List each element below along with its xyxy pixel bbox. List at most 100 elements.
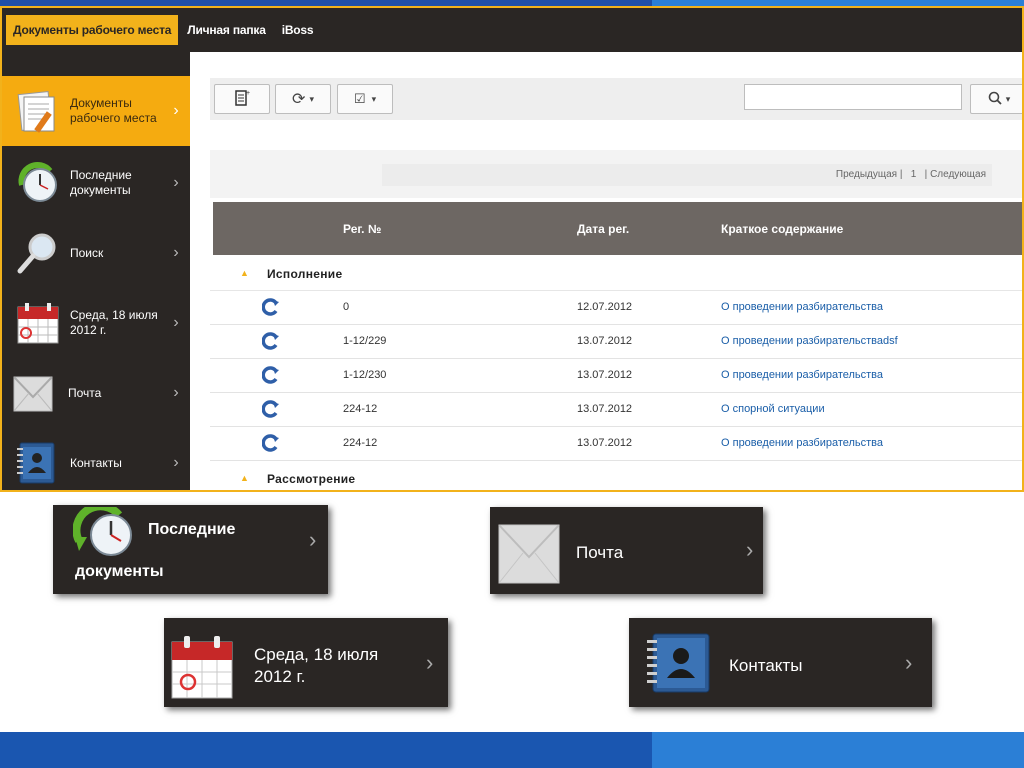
envelope-icon <box>12 369 60 417</box>
chevron-right-icon: › <box>309 527 317 552</box>
sidebar-item-recent-documents[interactable]: Последние документы › <box>2 148 190 218</box>
calendar-icon <box>14 299 62 347</box>
tab-personal-folder[interactable]: Личная папка <box>180 15 272 45</box>
cell-summary-link[interactable]: О проведении разбирательства <box>721 301 883 313</box>
sidebar-item-calendar[interactable]: Среда, 18 июля 2012 г. › <box>2 288 190 358</box>
chevron-down-icon: ▾ <box>371 93 377 104</box>
callout-label-line1: Среда, 18 июля <box>254 645 379 664</box>
chevron-right-icon: › <box>905 650 913 675</box>
toolbar: + ⟳ ▾ ☑ ▾ ▾ <box>210 78 1022 120</box>
group-label: Исполнение <box>267 267 343 281</box>
chevron-down-icon: ▾ <box>309 93 314 104</box>
cell-summary-link[interactable]: О спорной ситуации <box>721 403 825 415</box>
column-header-reg-number[interactable]: Рег. № <box>343 222 381 236</box>
clock-icon <box>14 159 62 207</box>
search-button[interactable]: ▾ <box>970 84 1022 114</box>
pager: Предыдущая | 1 | Следующая <box>210 150 1022 198</box>
in-progress-icon <box>261 332 280 350</box>
cell-summary-link[interactable]: О проведении разбирательства <box>721 369 883 381</box>
bottom-decor-band <box>0 732 1024 768</box>
group-label: Рассмотрение <box>267 472 356 486</box>
cell-reg-number: 0 <box>343 301 350 313</box>
table-header: Рег. № Дата рег. Краткое содержание <box>213 202 1022 255</box>
sidebar-item-mail[interactable]: Почта › <box>2 358 190 428</box>
chevron-down-icon: ▾ <box>1005 93 1011 104</box>
chevron-right-icon: › <box>426 650 434 675</box>
cell-summary-link[interactable]: О проведении разбирательства <box>721 437 883 449</box>
sidebar-item-label: Поиск <box>70 245 104 260</box>
sidebar-item-contacts[interactable]: Контакты › <box>2 428 190 490</box>
tab-iboss[interactable]: iBoss <box>275 15 321 45</box>
collapse-triangle-icon[interactable]: ▲ <box>240 268 249 278</box>
column-header-reg-date[interactable]: Дата рег. <box>577 222 629 236</box>
main-content: + ⟳ ▾ ☑ ▾ ▾ Предыдущая | 1 | Следующая Р… <box>210 52 1022 490</box>
callout-contacts[interactable]: Контакты › <box>629 618 932 707</box>
chevron-right-icon: › <box>173 314 179 331</box>
sidebar-item-label: Контакты <box>70 455 122 470</box>
cell-reg-date: 13.07.2012 <box>577 437 633 449</box>
in-progress-icon <box>261 434 280 452</box>
address-book-icon <box>14 439 62 487</box>
sidebar-item-label: Последние документы <box>70 168 132 197</box>
collapse-triangle-icon[interactable]: ▲ <box>240 473 249 483</box>
pager-page-number[interactable]: 1 <box>911 169 917 180</box>
refresh-button[interactable]: ⟳ ▾ <box>275 84 331 114</box>
search-icon <box>988 91 1002 108</box>
callout-mail[interactable]: Почта › <box>490 507 763 594</box>
address-book-icon <box>643 632 713 699</box>
callout-calendar[interactable]: Среда, 18 июля 2012 г. › <box>164 618 448 707</box>
callout-recent-documents[interactable]: Последние документы › <box>53 502 328 594</box>
chevron-right-icon: › <box>173 102 179 119</box>
chevron-right-icon: › <box>746 537 754 562</box>
pager-next-link[interactable]: Следующая <box>930 169 986 180</box>
cell-reg-number: 1-12/230 <box>343 369 387 381</box>
documents-icon <box>14 87 62 135</box>
in-progress-icon <box>261 400 280 418</box>
callout-label-line2: документы <box>75 563 164 580</box>
bottom-decor-band-light <box>652 732 1024 768</box>
callout-label-line2: 2012 г. <box>254 667 306 686</box>
pager-separator: | <box>919 169 931 180</box>
in-progress-icon <box>261 298 280 316</box>
search-input[interactable] <box>744 84 962 110</box>
table-row[interactable]: 0 12.07.2012 О проведении разбирательств… <box>210 291 1022 325</box>
envelope-icon <box>498 523 560 590</box>
sidebar-item-label: Документы рабочего места <box>70 96 157 125</box>
new-document-button[interactable]: + <box>214 84 270 114</box>
table-row[interactable]: 224-12 13.07.2012 О спорной ситуации <box>210 393 1022 427</box>
chevron-right-icon: › <box>173 454 179 471</box>
clock-icon <box>72 502 137 568</box>
top-nav: Документы рабочего места Личная папка iB… <box>2 8 1022 52</box>
magnifier-icon <box>14 229 62 277</box>
table-row[interactable]: 1-12/229 13.07.2012 О проведении разбира… <box>210 325 1022 359</box>
cell-reg-number: 224-12 <box>343 437 378 449</box>
select-button[interactable]: ☑ ▾ <box>337 84 393 114</box>
cell-summary-link[interactable]: О проведении разбирательстваdsf <box>721 335 898 347</box>
app-window: Документы рабочего места Личная папка iB… <box>0 6 1024 492</box>
cell-reg-date: 12.07.2012 <box>577 301 633 313</box>
table-row[interactable]: 1-12/230 13.07.2012 О проведении разбира… <box>210 359 1022 393</box>
group-row-review[interactable]: ▲ Рассмотрение <box>210 461 1022 490</box>
sidebar-item-label: Среда, 18 июля 2012 г. <box>70 308 158 337</box>
column-header-summary[interactable]: Краткое содержание <box>721 222 843 236</box>
group-row-execution[interactable]: ▲ Исполнение <box>210 256 1022 291</box>
new-document-icon: + <box>234 89 250 110</box>
callout-label: Контакты <box>729 656 803 675</box>
table-row[interactable]: 224-12 13.07.2012 О проведении разбирате… <box>210 427 1022 461</box>
callout-label-line1: Последние <box>148 521 236 538</box>
refresh-icon: ⟳ <box>292 91 306 108</box>
cell-reg-date: 13.07.2012 <box>577 403 633 415</box>
cell-reg-number: 224-12 <box>343 403 378 415</box>
sidebar: Документы рабочего места › Последние док… <box>2 52 190 490</box>
pager-bar: Предыдущая | 1 | Следующая <box>382 164 992 186</box>
sidebar-item-search[interactable]: Поиск › <box>2 218 190 288</box>
chevron-right-icon: › <box>173 244 179 261</box>
sidebar-item-workplace-documents[interactable]: Документы рабочего места › <box>2 76 190 146</box>
svg-text:+: + <box>246 90 250 97</box>
callout-label: Почта <box>576 543 624 562</box>
pager-prev-link[interactable]: Предыдущая <box>836 169 897 180</box>
checkbox-icon: ☑ <box>353 91 366 106</box>
cell-reg-date: 13.07.2012 <box>577 335 633 347</box>
tab-workplace-documents[interactable]: Документы рабочего места <box>6 15 179 45</box>
pager-separator: | <box>899 169 911 180</box>
